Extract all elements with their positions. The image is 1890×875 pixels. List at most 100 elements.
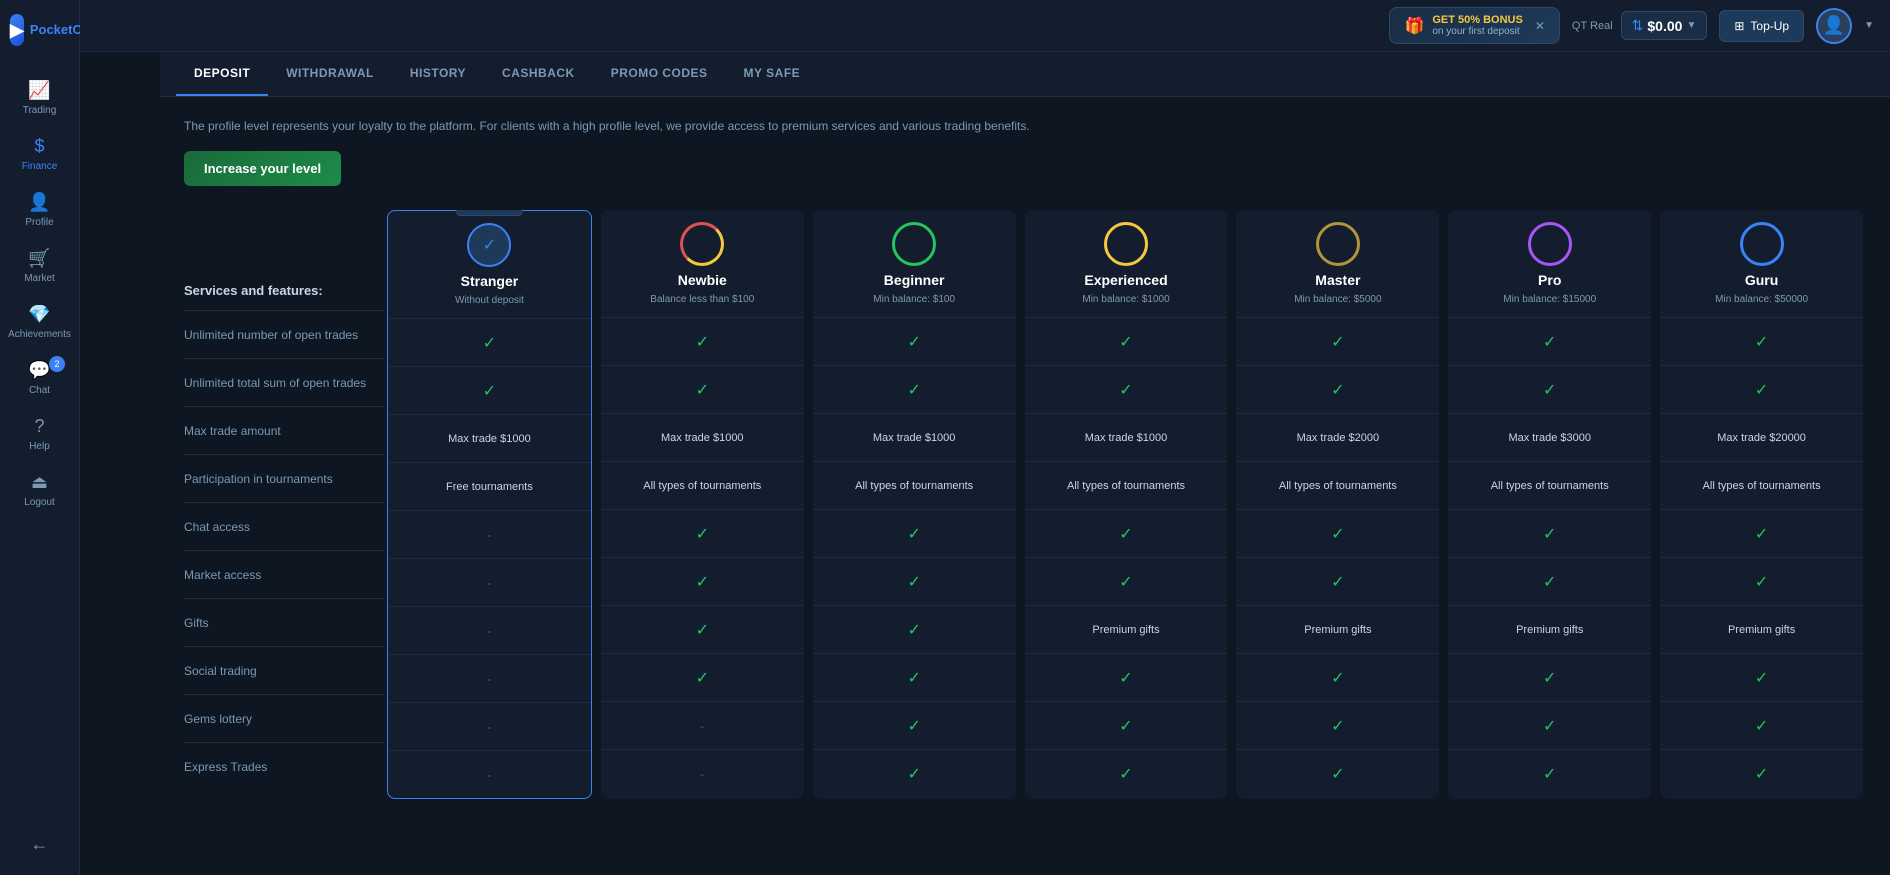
bonus-close-icon[interactable]: ✕ <box>1535 19 1545 33</box>
logo[interactable]: ▶ PocketOption <box>0 0 79 60</box>
check-icon: ✓ <box>1119 572 1132 592</box>
cell-text: All types of tournaments <box>1279 480 1397 492</box>
level-balance-guru: Min balance: $50000 <box>1715 294 1808 305</box>
cell-unlimited-sum-newbie: ✓ <box>601 365 804 413</box>
cell-max-trade-stranger: Max trade $1000 <box>388 414 591 462</box>
level-balance-beginner: Min balance: $100 <box>873 294 955 305</box>
increase-level-button[interactable]: Increase your level <box>184 151 341 186</box>
feature-tournaments: Participation in tournaments <box>184 454 384 502</box>
achievements-icon: 💎 <box>28 304 50 325</box>
sidebar-item-label: Achievements <box>8 329 71 340</box>
cell-chat-experienced: ✓ <box>1025 509 1228 557</box>
cell-text: Free tournaments <box>446 481 533 493</box>
check-icon: ✓ <box>1755 764 1768 784</box>
cell-tournaments-pro: All types of tournaments <box>1448 461 1651 509</box>
level-col-newbie: Newbie Balance less than $100 ✓ ✓ Max tr… <box>601 210 804 799</box>
cell-gifts-beginner: ✓ <box>813 605 1016 653</box>
cell-text: Premium gifts <box>1092 624 1159 636</box>
check-icon: ✓ <box>907 716 920 736</box>
gift-icon: 🎁 <box>1404 16 1424 36</box>
cell-chat-beginner: ✓ <box>813 509 1016 557</box>
cell-market-guru: ✓ <box>1660 557 1863 605</box>
check-icon: ✓ <box>1331 764 1344 784</box>
check-icon: ✓ <box>1543 668 1556 688</box>
top-up-button[interactable]: ⊞ Top-Up <box>1719 10 1804 42</box>
sidebar-item-help[interactable]: ? Help <box>0 406 79 462</box>
level-circle-stranger: ✓ <box>467 223 511 267</box>
cell-max-trade-beginner: Max trade $1000 <box>813 413 1016 461</box>
check-icon: ✓ <box>907 620 920 640</box>
cell-tournaments-experienced: All types of tournaments <box>1025 461 1228 509</box>
sidebar-item-trading[interactable]: 📈 Trading <box>0 70 79 126</box>
cell-gifts-stranger: - <box>388 606 591 654</box>
feature-unlimited-sum: Unlimited total sum of open trades <box>184 358 384 406</box>
feature-social: Social trading <box>184 646 384 694</box>
level-col-experienced: Experienced Min balance: $1000 ✓ ✓ Max t… <box>1025 210 1228 799</box>
sidebar-item-market[interactable]: 🛒 Market <box>0 238 79 294</box>
sidebar-item-finance[interactable]: $ Finance <box>0 126 79 182</box>
level-header-stranger: ✓ Stranger Without deposit <box>388 211 591 318</box>
tab-promo[interactable]: PROMO CODES <box>593 52 726 96</box>
sidebar-collapse-arrow[interactable]: ← <box>21 824 59 865</box>
check-icon: ✓ <box>1543 572 1556 592</box>
level-circle-master <box>1316 222 1360 266</box>
logout-icon: ⏏ <box>31 472 48 493</box>
cell-social-beginner: ✓ <box>813 653 1016 701</box>
avatar[interactable]: 👤 <box>1816 8 1852 44</box>
cell-text: Max trade $3000 <box>1508 432 1591 444</box>
sidebar-item-label: Profile <box>25 217 53 228</box>
cell-chat-newbie: ✓ <box>601 509 804 557</box>
tab-mysafe[interactable]: MY SAFE <box>726 52 819 96</box>
cell-max-trade-guru: Max trade $20000 <box>1660 413 1863 461</box>
sidebar-item-chat[interactable]: 💬 2 Chat <box>0 350 79 406</box>
check-icon: ✓ <box>1543 380 1556 400</box>
check-icon: ✓ <box>483 333 496 353</box>
cell-market-beginner: ✓ <box>813 557 1016 605</box>
tab-history[interactable]: HISTORY <box>392 52 484 96</box>
cell-chat-pro: ✓ <box>1448 509 1651 557</box>
bonus-banner-text: GET 50% BONUS on your first deposit <box>1432 14 1522 37</box>
cell-max-trade-master: Max trade $2000 <box>1236 413 1439 461</box>
sidebar-item-label: Logout <box>24 497 55 508</box>
top-up-icon: ⊞ <box>1734 19 1744 33</box>
tab-withdrawal[interactable]: WITHDRAWAL <box>268 52 392 96</box>
level-columns: Your level ✓ Stranger Without deposit ✓ … <box>384 210 1866 799</box>
cell-gems-guru: ✓ <box>1660 701 1863 749</box>
level-col-master: Master Min balance: $5000 ✓ ✓ Max trade … <box>1236 210 1439 799</box>
dash-icon: - <box>487 720 491 734</box>
check-icon: ✓ <box>1331 524 1344 544</box>
level-circle-newbie <box>680 222 724 266</box>
cell-market-master: ✓ <box>1236 557 1439 605</box>
features-title: Services and features: <box>184 283 323 298</box>
avatar-chevron-icon[interactable]: ▼ <box>1864 20 1874 31</box>
dash-icon: - <box>487 672 491 686</box>
level-name-pro: Pro <box>1538 272 1561 288</box>
bonus-title: GET 50% BONUS <box>1432 14 1522 26</box>
check-icon: ✓ <box>483 381 496 401</box>
level-circle-beginner <box>892 222 936 266</box>
sidebar-item-achievements[interactable]: 💎 Achievements <box>0 294 79 350</box>
cell-unlimited-open-master: ✓ <box>1236 317 1439 365</box>
dash-icon: - <box>700 719 704 733</box>
balance-display[interactable]: ⇅ $0.00 ▼ <box>1621 11 1708 40</box>
sidebar-item-profile[interactable]: 👤 Profile <box>0 182 79 238</box>
tab-cashback[interactable]: CASHBACK <box>484 52 593 96</box>
cell-text: All types of tournaments <box>1067 480 1185 492</box>
cell-social-guru: ✓ <box>1660 653 1863 701</box>
cell-max-trade-pro: Max trade $3000 <box>1448 413 1651 461</box>
cell-tournaments-stranger: Free tournaments <box>388 462 591 510</box>
cell-gems-pro: ✓ <box>1448 701 1651 749</box>
cell-text: Premium gifts <box>1728 624 1795 636</box>
chat-icon: 💬 <box>28 360 50 381</box>
check-icon: ✓ <box>696 668 709 688</box>
tab-deposit[interactable]: DEPOSIT <box>176 52 268 96</box>
cell-express-stranger: - <box>388 750 591 798</box>
sidebar-item-logout[interactable]: ⏏ Logout <box>0 462 79 518</box>
level-name-beginner: Beginner <box>884 272 945 288</box>
cell-chat-stranger: - <box>388 510 591 558</box>
cell-chat-guru: ✓ <box>1660 509 1863 557</box>
bonus-banner[interactable]: 🎁 GET 50% BONUS on your first deposit ✕ <box>1389 7 1559 44</box>
feature-unlimited-open: Unlimited number of open trades <box>184 310 384 358</box>
check-icon: ✓ <box>907 764 920 784</box>
profile-icon: 👤 <box>28 192 50 213</box>
